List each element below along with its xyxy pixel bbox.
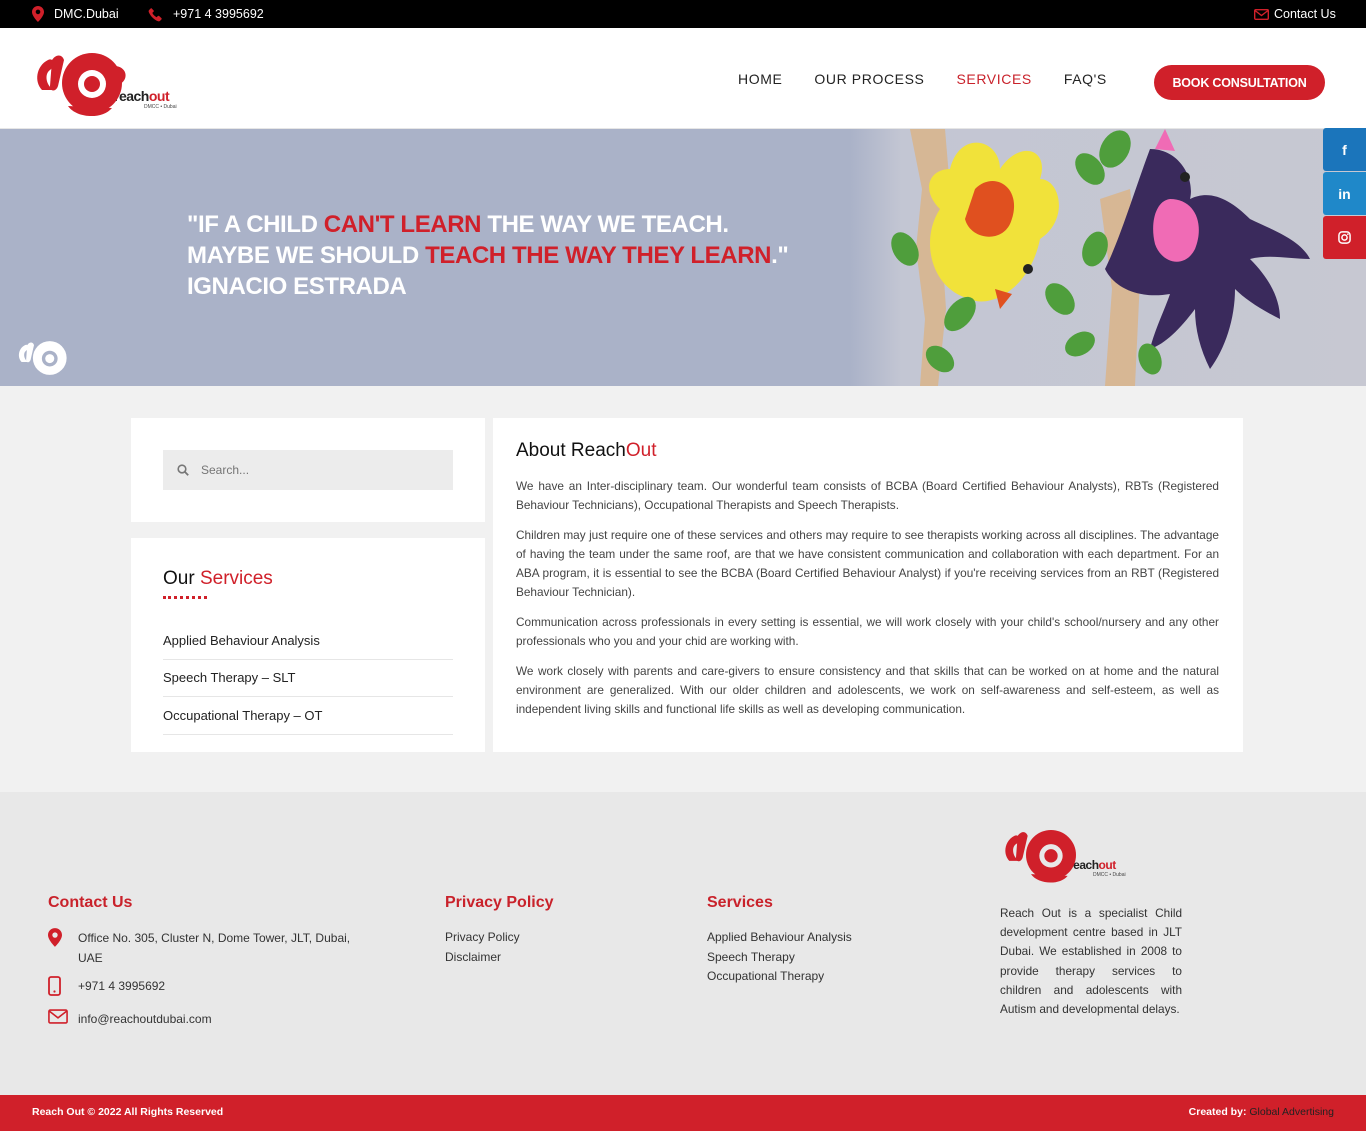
about-paragraph: Communication across professionals in ev…	[516, 615, 1219, 648]
footer-about-text: Reach Out is a specialist Child developm…	[1000, 906, 1182, 1017]
our-services-title-a: Our	[163, 568, 200, 589]
footer-link-ot[interactable]: Occupational Therapy	[707, 967, 852, 987]
facebook-button[interactable]: f	[1323, 128, 1366, 171]
linkedin-icon: in	[1338, 185, 1351, 202]
book-consultation-button[interactable]: BOOK CONSULTATION	[1154, 65, 1325, 100]
credits: Created by: Global Advertising	[1189, 1106, 1334, 1118]
hero-artwork	[850, 129, 1366, 386]
facebook-icon: f	[1342, 141, 1347, 158]
top-bar: DMC.Dubai +971 4 3995692 Contact Us	[0, 0, 1366, 28]
footer-logo[interactable]: reachout DMCC • Dubai	[1001, 824, 1126, 886]
quote-line2-highlight: TEACH THE WAY THEY LEARN	[425, 242, 772, 269]
search-icon	[177, 464, 189, 476]
nav-home[interactable]: HOME	[738, 71, 782, 87]
quote-line1-highlight: CAN'T LEARN	[323, 211, 482, 238]
location-pin-icon	[32, 6, 44, 22]
main-nav: HOME OUR PROCESS SERVICES FAQ'S	[738, 28, 1139, 129]
site-footer: Contact Us Office No. 305, Cluster N, Do…	[0, 792, 1366, 1095]
topbar-phone[interactable]: +971 4 3995692	[148, 0, 264, 28]
topbar-contact-link[interactable]: Contact Us	[1254, 0, 1336, 28]
created-by-link[interactable]: Global Advertising	[1249, 1106, 1334, 1118]
topbar-contact-text: Contact Us	[1274, 7, 1336, 21]
footer-email-text: info@reachoutdubai.com	[78, 1012, 212, 1026]
footer-link-aba[interactable]: Applied Behaviour Analysis	[707, 928, 852, 948]
footer-contact-title: Contact Us	[48, 894, 133, 911]
social-sidebar: f in	[1323, 128, 1366, 260]
services-list: Applied Behaviour Analysis Speech Therap…	[163, 622, 453, 735]
copyright-text: Reach Out © 2022 All Rights Reserved	[32, 1106, 224, 1118]
footer-services-links: Applied Behaviour Analysis Speech Therap…	[707, 928, 852, 987]
about-title: About ReachOut	[516, 440, 656, 462]
linkedin-button[interactable]: in	[1323, 172, 1366, 215]
footer-privacy-title: Privacy Policy	[445, 894, 554, 911]
nav-our-process[interactable]: OUR PROCESS	[814, 71, 924, 87]
about-title-a: About Reach	[516, 440, 626, 461]
mobile-phone-icon	[48, 976, 61, 996]
about-paragraph: We work closely with parents and care-gi…	[516, 664, 1219, 716]
our-services-title-b: Services	[199, 568, 273, 589]
our-services-title: Our Services	[163, 568, 273, 590]
handprint-birds-image	[891, 129, 1310, 386]
site-header: reachout DMCC • Dubai HOME OUR PROCESS S…	[0, 28, 1366, 129]
footer-link-speech[interactable]: Speech Therapy	[707, 948, 852, 968]
footer-link-privacy-policy[interactable]: Privacy Policy	[445, 928, 520, 948]
about-paragraph: We have an Inter-disciplinary team. Our …	[516, 479, 1219, 512]
copyright-bar: Reach Out © 2022 All Rights Reserved Cre…	[0, 1095, 1366, 1131]
search-box[interactable]	[163, 450, 453, 490]
phone-icon	[148, 7, 162, 21]
search-widget	[131, 418, 485, 522]
about-title-b: Out	[625, 440, 657, 461]
footer-phone-text: +971 4 3995692	[78, 979, 166, 993]
hero-quote: "IF A CHILD CAN'T LEARN THE WAY WE TEACH…	[187, 209, 789, 302]
footer-address: Office No. 305, Cluster N, Dome Tower, J…	[48, 928, 368, 968]
footer-link-disclaimer[interactable]: Disclaimer	[445, 948, 520, 968]
reachout-logo-icon	[1005, 830, 1076, 883]
service-link-aba[interactable]: Applied Behaviour Analysis	[163, 622, 453, 660]
logo-tagline: DMCC • Dubai	[144, 104, 177, 110]
quote-author: IGNACIO ESTRADA	[187, 273, 407, 300]
footer-privacy-links: Privacy Policy Disclaimer	[445, 928, 520, 967]
topbar-location-text: DMC.Dubai	[54, 7, 119, 21]
nav-faqs[interactable]: FAQ'S	[1064, 71, 1107, 87]
footer-logo-tagline: DMCC • Dubai	[1093, 872, 1126, 878]
footer-logo-word-out: out	[1098, 858, 1117, 872]
about-reachout-section: About ReachOut We have an Inter-discipli…	[493, 418, 1243, 752]
footer-address-text: Office No. 305, Cluster N, Dome Tower, J…	[78, 931, 351, 965]
envelope-icon	[48, 1009, 68, 1024]
envelope-icon	[1254, 8, 1269, 20]
site-logo[interactable]: reachout DMCC • Dubai	[32, 46, 177, 120]
logo-word-out: out	[148, 88, 170, 104]
footer-email[interactable]: info@reachoutdubai.com	[48, 1009, 368, 1029]
search-input[interactable]	[201, 463, 431, 477]
nav-services[interactable]: SERVICES	[956, 71, 1031, 87]
quote-line1-a: "IF A CHILD	[187, 211, 324, 238]
about-body: We have an Inter-disciplinary team. Our …	[516, 477, 1219, 730]
about-paragraph: Children may just require one of these s…	[516, 528, 1219, 599]
topbar-location[interactable]: DMC.Dubai	[32, 0, 119, 28]
service-link-slt[interactable]: Speech Therapy – SLT	[163, 660, 453, 697]
quote-line2-c: ."	[771, 242, 789, 269]
quote-line1-c: THE WAY WE TEACH.	[481, 211, 729, 238]
location-pin-icon	[48, 928, 62, 947]
instagram-button[interactable]	[1323, 216, 1366, 259]
footer-services-title: Services	[707, 894, 773, 911]
our-services-widget: Our Services Applied Behaviour Analysis …	[131, 538, 485, 752]
hero-banner: "IF A CHILD CAN'T LEARN THE WAY WE TEACH…	[0, 129, 1366, 386]
topbar-phone-text: +971 4 3995692	[173, 7, 264, 21]
created-by-label: Created by:	[1188, 1106, 1247, 1118]
service-link-ot[interactable]: Occupational Therapy – OT	[163, 697, 453, 735]
hero-logo-watermark-icon	[18, 341, 67, 375]
quote-line2-a: MAYBE WE SHOULD	[187, 242, 426, 269]
instagram-icon	[1338, 231, 1351, 244]
footer-phone[interactable]: +971 4 3995692	[48, 976, 368, 1001]
reachout-logo-icon	[37, 53, 126, 117]
footer-contact-list: Office No. 305, Cluster N, Dome Tower, J…	[48, 928, 368, 1037]
title-dotted-underline	[163, 596, 207, 599]
